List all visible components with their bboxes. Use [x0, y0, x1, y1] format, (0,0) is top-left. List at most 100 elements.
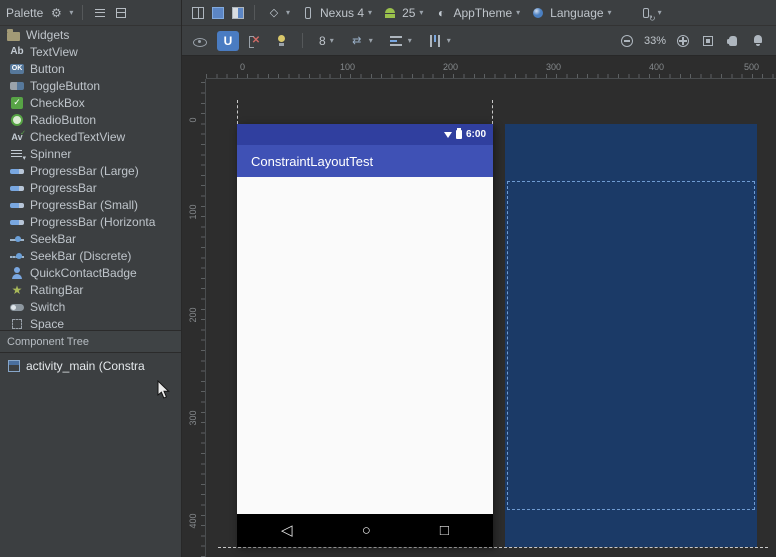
ruler-tick-label: 100 [340, 62, 355, 72]
default-margin-value: 8 [319, 34, 326, 48]
status-bar: 6:00 [237, 124, 493, 145]
design-view-icon[interactable] [190, 5, 206, 21]
app-bar: ConstraintLayoutTest [237, 145, 493, 177]
recents-icon [440, 523, 449, 538]
component-tree-header: Component Tree [0, 330, 182, 353]
progressbar-large-icon [9, 163, 25, 179]
palette-item-progressbar-large[interactable]: ProgressBar (Large) [0, 162, 181, 179]
palette-item-button[interactable]: Button [0, 60, 181, 77]
palette-item-quickcontactbadge[interactable]: QuickContactBadge [0, 264, 181, 281]
ruler-tick-label: 0 [188, 108, 198, 132]
palette-item-label: QuickContactBadge [30, 266, 137, 280]
palette-item-seekbar[interactable]: SeekBar [0, 230, 181, 247]
palette-item-progressbar-horizontal[interactable]: ProgressBar (Horizonta [0, 213, 181, 230]
view-options-icon[interactable] [92, 5, 108, 21]
default-margin-selector[interactable]: 8 [316, 33, 337, 49]
autoconnect-magnet-icon[interactable] [217, 31, 239, 51]
blueprint-view-icon[interactable] [210, 5, 226, 21]
theme-selector[interactable]: AppTheme [430, 4, 523, 22]
distribute-selector[interactable] [424, 32, 454, 50]
notifications-bell-icon[interactable] [750, 33, 766, 49]
theme-icon [433, 5, 449, 21]
design-blueprint-view-icon[interactable] [230, 5, 246, 21]
layout-content-area[interactable] [237, 177, 493, 514]
clear-constraints-icon[interactable] [248, 33, 264, 49]
chevron-down-icon [369, 37, 373, 45]
battery-icon [456, 130, 462, 139]
back-icon [281, 523, 293, 538]
seekbar-discrete-icon [9, 248, 25, 264]
palette-group-widgets[interactable]: Widgets [0, 26, 181, 43]
ruler-tick-label: 500 [744, 62, 759, 72]
palette-item-label: RatingBar [30, 283, 83, 297]
chevron-down-icon [447, 37, 451, 45]
palette-item-togglebutton[interactable]: ToggleButton [0, 77, 181, 94]
selection-guide-left [237, 100, 238, 124]
palette-item-seekbar-discrete[interactable]: SeekBar (Discrete) [0, 247, 181, 264]
navigation-bar [237, 514, 493, 547]
palette-item-label: TextView [30, 45, 78, 59]
mouse-cursor [157, 380, 171, 400]
palette-item-spinner[interactable]: Spinner [0, 145, 181, 162]
virtual-device-selector[interactable] [635, 4, 665, 22]
api-level-label: 25 [402, 6, 415, 20]
design-surface[interactable]: 6:00 ConstraintLayoutTest [237, 124, 493, 547]
ruler-tick-label: 100 [188, 200, 198, 224]
checkbox-icon [9, 95, 25, 111]
ruler-tick-label: 400 [188, 509, 198, 533]
device-selector[interactable]: Nexus 4 [297, 4, 375, 22]
palette-item-label: SeekBar [30, 232, 76, 246]
togglebutton-icon [9, 78, 25, 94]
pack-selector[interactable] [346, 32, 376, 50]
spinner-icon [9, 146, 25, 162]
seekbar-icon [9, 231, 25, 247]
folder-icon-box [5, 27, 21, 43]
palette-item-textview[interactable]: TextView [0, 43, 181, 60]
progressbar-horizontal-icon [9, 214, 25, 230]
app-bar-title: ConstraintLayoutTest [251, 154, 373, 169]
horizontal-ruler: 0 100 200 300 400 500 [206, 57, 776, 79]
zoom-in-icon[interactable] [675, 33, 691, 49]
chevron-down-icon [516, 9, 520, 17]
palette-item-label: ProgressBar (Small) [30, 198, 138, 212]
infer-constraints-icon[interactable] [273, 33, 289, 49]
globe-icon [530, 5, 546, 21]
component-tree-root-item[interactable]: activity_main (Constra [0, 357, 182, 375]
palette-item-label: Switch [30, 300, 65, 314]
show-constraints-eye-icon[interactable] [192, 33, 208, 49]
palette-item-ratingbar[interactable]: RatingBar [0, 281, 181, 298]
chevron-down-icon [330, 37, 334, 45]
pan-hand-icon[interactable] [725, 33, 741, 49]
palette-item-switch[interactable]: Switch [0, 298, 181, 315]
language-selector[interactable]: Language [527, 4, 614, 22]
api-level-selector[interactable]: 25 [379, 4, 426, 22]
align-selector[interactable] [385, 32, 415, 50]
orientation-selector[interactable] [263, 4, 293, 22]
ruler-tick-label: 300 [188, 406, 198, 430]
palette-item-label: Space [30, 317, 64, 331]
palette-item-progressbar-small[interactable]: ProgressBar (Small) [0, 196, 181, 213]
palette-item-label: CheckedTextView [30, 130, 125, 144]
progressbar-small-icon [9, 197, 25, 213]
component-tree-title: Component Tree [7, 336, 89, 348]
chevron-down-icon[interactable] [69, 9, 73, 17]
zoom-to-fit-icon[interactable] [700, 33, 716, 49]
palette-item-progressbar[interactable]: ProgressBar [0, 179, 181, 196]
chevron-down-icon [608, 9, 612, 17]
folder-icon [7, 32, 20, 41]
ruler-tick-label: 400 [649, 62, 664, 72]
vertical-ruler: 0 100 200 300 400 [184, 79, 206, 557]
split-mode-icon[interactable] [113, 5, 129, 21]
palette-item-label: ProgressBar [30, 181, 97, 195]
ratingbar-icon [9, 282, 25, 298]
blueprint-surface[interactable] [505, 124, 757, 547]
selection-guide-bottom [218, 547, 768, 548]
palette-item-radiobutton[interactable]: RadioButton [0, 111, 181, 128]
zoom-out-icon[interactable] [619, 33, 635, 49]
palette-item-checkbox[interactable]: CheckBox [0, 94, 181, 111]
button-icon [9, 61, 25, 77]
palette-item-checkedtextview[interactable]: CheckedTextView [0, 128, 181, 145]
chevron-down-icon [408, 37, 412, 45]
gear-icon[interactable] [48, 5, 64, 21]
phone-icon [300, 5, 316, 21]
